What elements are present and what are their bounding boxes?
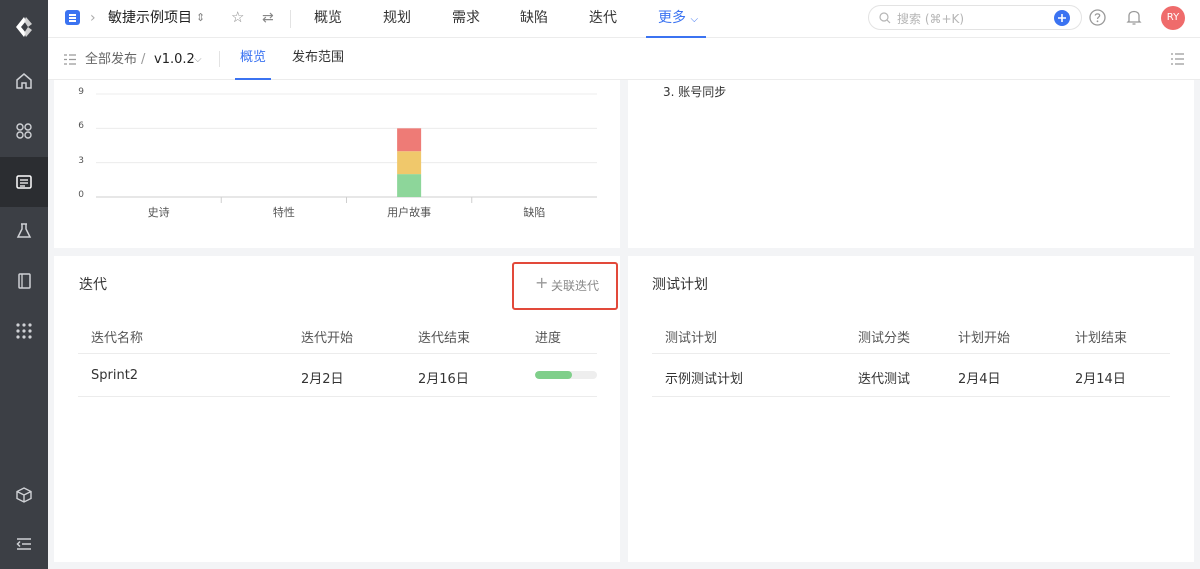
bar-segment[interactable] xyxy=(397,174,422,197)
table-divider xyxy=(78,353,597,354)
test-plan-panel xyxy=(628,256,1194,562)
column-header[interactable]: 测试计划 xyxy=(665,327,717,346)
notes-panel: 3. 账号同步 xyxy=(628,80,1194,248)
iteration-name[interactable]: Sprint2 xyxy=(91,368,138,383)
table-divider xyxy=(652,353,1170,354)
column-header[interactable]: 测试分类 xyxy=(858,327,910,346)
test-plan-end: 2月14日 xyxy=(1075,372,1126,387)
link-iteration-button[interactable]: + 关联迭代 xyxy=(512,262,618,310)
test-plan-start: 2月4日 xyxy=(958,372,1001,387)
test-plan-name[interactable]: 示例测试计划 xyxy=(665,368,743,387)
x-category-label: 特性 xyxy=(272,206,295,219)
column-header[interactable]: 进度 xyxy=(535,327,561,346)
y-tick-label: 6 xyxy=(78,121,84,132)
table-divider xyxy=(652,396,1170,397)
plus-icon: + xyxy=(535,273,549,292)
column-header[interactable]: 迭代名称 xyxy=(91,327,143,346)
y-tick-label: 0 xyxy=(78,190,84,200)
x-category-label: 用户故事 xyxy=(387,206,432,219)
notes-line: 3. 账号同步 xyxy=(663,85,727,99)
column-header[interactable]: 计划开始 xyxy=(958,327,1010,346)
column-header[interactable]: 迭代结束 xyxy=(418,327,470,346)
column-header[interactable]: 计划结束 xyxy=(1075,327,1127,346)
link-iteration-label: 关联迭代 xyxy=(551,279,600,293)
iterations-title: 迭代 xyxy=(79,277,107,293)
progress-bar xyxy=(535,371,597,379)
y-tick-label: 3 xyxy=(78,155,84,166)
iteration-start: 2月2日 xyxy=(301,372,344,387)
x-category-label: 史诗 xyxy=(147,206,170,219)
bar-segment[interactable] xyxy=(397,151,422,175)
x-category-label: 缺陷 xyxy=(523,206,546,219)
y-tick-label: 9 xyxy=(78,87,84,97)
progress-fill xyxy=(535,371,573,379)
test-plan-title: 测试计划 xyxy=(652,277,708,293)
test-plan-category: 迭代测试 xyxy=(858,372,911,387)
column-header[interactable]: 迭代开始 xyxy=(301,327,353,346)
bar-segment[interactable] xyxy=(397,128,422,152)
table-divider xyxy=(78,396,597,397)
iteration-end: 2月16日 xyxy=(418,372,469,387)
